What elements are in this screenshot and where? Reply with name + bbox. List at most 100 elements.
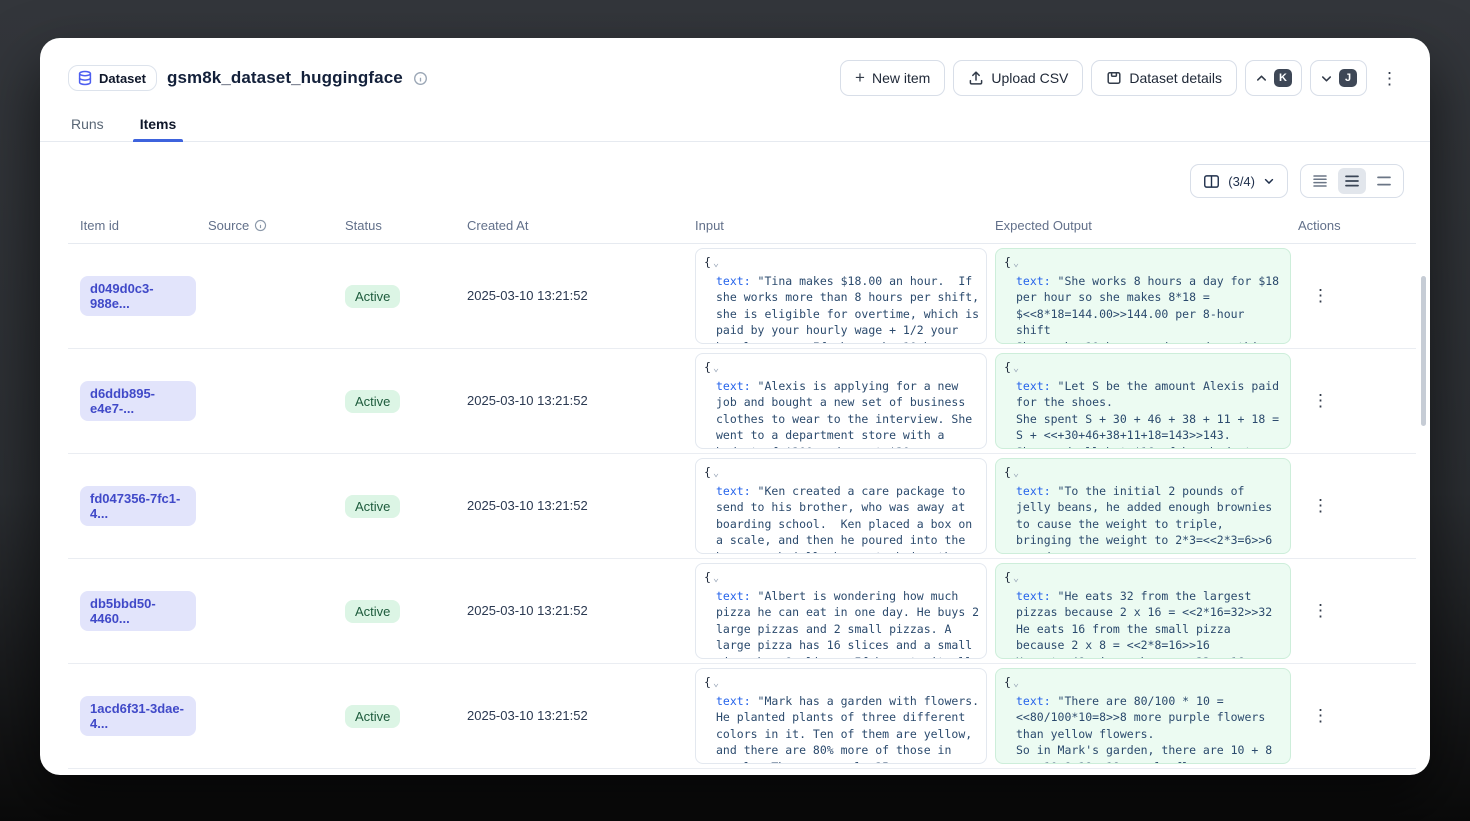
input-json-cell[interactable]: {⌄ text: "Mark has a garden with flowers… bbox=[695, 668, 987, 764]
row-height-large-button[interactable] bbox=[1370, 168, 1398, 194]
tab-items[interactable]: Items bbox=[137, 108, 180, 141]
page-title: gsm8k_dataset_huggingface bbox=[167, 68, 403, 88]
column-header-status[interactable]: Status bbox=[333, 208, 455, 243]
dataset-details-icon bbox=[1106, 70, 1122, 86]
column-header-source[interactable]: Source bbox=[196, 208, 333, 243]
table-row[interactable]: d049d0c3-988e... Active 2025-03-10 13:21… bbox=[68, 244, 1416, 349]
source-header-label: Source bbox=[208, 218, 249, 233]
status-badge: Active bbox=[345, 600, 400, 623]
status-badge: Active bbox=[345, 390, 400, 413]
collapse-chevron-icon[interactable]: ⌄ bbox=[1013, 468, 1019, 479]
open-brace: { bbox=[704, 675, 711, 689]
chevron-down-icon bbox=[1320, 72, 1333, 85]
json-value: "To the initial 2 pounds of jelly beans,… bbox=[1016, 484, 1279, 555]
item-id-pill[interactable]: 1acd6f31-3dae-4... bbox=[80, 696, 196, 736]
table-header-row: Item id Source Status Created At Input E… bbox=[68, 208, 1416, 244]
title-info-icon[interactable] bbox=[413, 71, 428, 86]
items-table: Item id Source Status Created At Input E… bbox=[68, 208, 1416, 769]
json-key: text: bbox=[716, 274, 751, 288]
badge-label: Dataset bbox=[99, 71, 146, 86]
source-info-icon[interactable] bbox=[254, 219, 267, 232]
collapse-chevron-icon[interactable]: ⌄ bbox=[1013, 678, 1019, 689]
input-json-cell[interactable]: {⌄ text: "Ken created a care package to … bbox=[695, 458, 987, 554]
created-at-value: 2025-03-10 13:21:52 bbox=[467, 498, 588, 513]
header-more-actions-button[interactable]: ⋮ bbox=[1375, 60, 1404, 96]
json-key: text: bbox=[1016, 484, 1051, 498]
columns-selector-button[interactable]: (3/4) bbox=[1190, 164, 1288, 198]
json-value: "Mark has a garden with flowers. He plan… bbox=[716, 694, 986, 765]
collapse-chevron-icon[interactable]: ⌄ bbox=[713, 468, 719, 479]
row-actions-button[interactable]: ⋮ bbox=[1312, 707, 1329, 724]
input-json-cell[interactable]: {⌄ text: "Tina makes $18.00 an hour. If … bbox=[695, 248, 987, 344]
item-id-pill[interactable]: db5bbd50-4460... bbox=[80, 591, 196, 631]
input-json-cell[interactable]: {⌄ text: "Alexis is applying for a new j… bbox=[695, 353, 987, 449]
json-key: text: bbox=[1016, 379, 1051, 393]
open-brace: { bbox=[1004, 675, 1011, 689]
expected-output-json-cell[interactable]: {⌄ text: "She works 8 hours a day for $1… bbox=[995, 248, 1291, 344]
row-actions-button[interactable]: ⋮ bbox=[1312, 392, 1329, 409]
status-badge: Active bbox=[345, 285, 400, 308]
row-height-small-button[interactable] bbox=[1306, 168, 1334, 194]
open-brace: { bbox=[1004, 255, 1011, 269]
upload-csv-label: Upload CSV bbox=[991, 70, 1068, 86]
open-brace: { bbox=[704, 360, 711, 374]
item-id-pill[interactable]: d049d0c3-988e... bbox=[80, 276, 196, 316]
expected-output-json-cell[interactable]: {⌄ text: "There are 80/100 * 10 = <<80/1… bbox=[995, 668, 1291, 764]
row-actions-button[interactable]: ⋮ bbox=[1312, 287, 1329, 304]
json-key: text: bbox=[716, 379, 751, 393]
input-json-cell[interactable]: {⌄ text: "Albert is wondering how much p… bbox=[695, 563, 987, 659]
json-key: text: bbox=[716, 589, 751, 603]
new-item-button[interactable]: + New item bbox=[840, 60, 945, 96]
table-row[interactable]: db5bbd50-4460... Active 2025-03-10 13:21… bbox=[68, 559, 1416, 664]
collapse-chevron-icon[interactable]: ⌄ bbox=[713, 363, 719, 374]
row-actions-button[interactable]: ⋮ bbox=[1312, 497, 1329, 514]
row-actions-button[interactable]: ⋮ bbox=[1312, 602, 1329, 619]
item-id-pill[interactable]: d6ddb895-e4e7-... bbox=[80, 381, 196, 421]
dataset-window: Dataset gsm8k_dataset_huggingface + New … bbox=[40, 38, 1430, 775]
collapse-chevron-icon[interactable]: ⌄ bbox=[713, 258, 719, 269]
table-controls: (3/4) bbox=[66, 164, 1404, 198]
collapse-chevron-icon[interactable]: ⌄ bbox=[713, 678, 719, 689]
expected-output-json-cell[interactable]: {⌄ text: "He eats 32 from the largest pi… bbox=[995, 563, 1291, 659]
collapse-chevron-icon[interactable]: ⌄ bbox=[1013, 258, 1019, 269]
keycap-j: J bbox=[1339, 69, 1357, 87]
column-header-actions: Actions bbox=[1286, 208, 1416, 243]
database-icon bbox=[77, 70, 93, 86]
upload-csv-button[interactable]: Upload CSV bbox=[953, 60, 1083, 96]
expected-output-json-cell[interactable]: {⌄ text: "To the initial 2 pounds of jel… bbox=[995, 458, 1291, 554]
plus-icon: + bbox=[855, 68, 865, 88]
row-height-medium-button[interactable] bbox=[1338, 168, 1366, 194]
json-key: text: bbox=[716, 694, 751, 708]
column-header-expected-output[interactable]: Expected Output bbox=[983, 208, 1286, 243]
open-brace: { bbox=[704, 255, 711, 269]
item-id-pill[interactable]: fd047356-7fc1-4... bbox=[80, 486, 196, 526]
kebab-icon: ⋮ bbox=[1312, 706, 1329, 725]
json-key: text: bbox=[1016, 589, 1051, 603]
columns-icon bbox=[1203, 174, 1220, 189]
table-row[interactable]: 1acd6f31-3dae-4... Active 2025-03-10 13:… bbox=[68, 664, 1416, 769]
created-at-value: 2025-03-10 13:21:52 bbox=[467, 288, 588, 303]
upload-icon bbox=[968, 70, 984, 86]
next-item-button[interactable]: J bbox=[1310, 60, 1367, 96]
json-value: "There are 80/100 * 10 = <<80/100*10=8>>… bbox=[1016, 694, 1279, 765]
kebab-icon: ⋮ bbox=[1312, 286, 1329, 305]
table-row[interactable]: fd047356-7fc1-4... Active 2025-03-10 13:… bbox=[68, 454, 1416, 559]
column-header-item-id[interactable]: Item id bbox=[68, 208, 196, 243]
prev-item-button[interactable]: K bbox=[1245, 60, 1302, 96]
table-row[interactable]: d6ddb895-e4e7-... Active 2025-03-10 13:2… bbox=[68, 349, 1416, 454]
column-header-input[interactable]: Input bbox=[683, 208, 983, 243]
created-at-value: 2025-03-10 13:21:52 bbox=[467, 393, 588, 408]
json-value: "She works 8 hours a day for $18 per hou… bbox=[1016, 274, 1286, 345]
created-at-value: 2025-03-10 13:21:52 bbox=[467, 603, 588, 618]
tab-runs[interactable]: Runs bbox=[68, 108, 107, 141]
collapse-chevron-icon[interactable]: ⌄ bbox=[713, 573, 719, 584]
expected-output-json-cell[interactable]: {⌄ text: "Let S be the amount Alexis pai… bbox=[995, 353, 1291, 449]
json-value: "Alexis is applying for a new job and bo… bbox=[716, 379, 979, 450]
collapse-chevron-icon[interactable]: ⌄ bbox=[1013, 363, 1019, 374]
collapse-chevron-icon[interactable]: ⌄ bbox=[1013, 573, 1019, 584]
column-header-created-at[interactable]: Created At bbox=[455, 208, 683, 243]
kebab-icon: ⋮ bbox=[1312, 601, 1329, 620]
dataset-details-button[interactable]: Dataset details bbox=[1091, 60, 1237, 96]
vertical-scrollbar[interactable] bbox=[1421, 276, 1426, 426]
kebab-icon: ⋮ bbox=[1381, 70, 1398, 87]
